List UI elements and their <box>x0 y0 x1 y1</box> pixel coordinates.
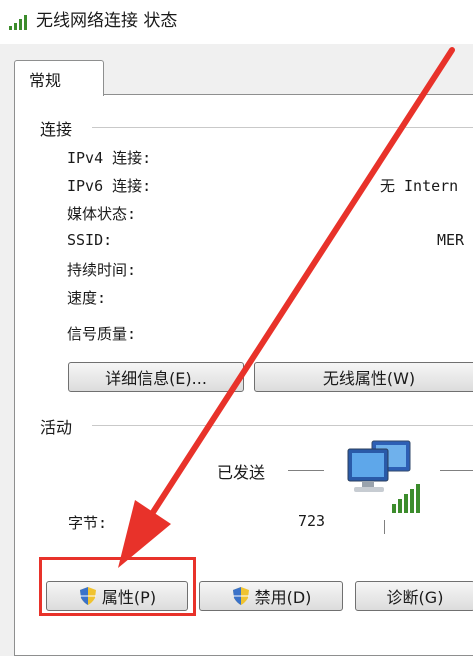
activity-divider <box>92 425 473 426</box>
ssid-value: MER <box>437 231 465 249</box>
sent-line <box>288 470 324 471</box>
activity-separator <box>384 520 385 534</box>
duration-label: 持续时间: <box>67 261 137 279</box>
signal-quality-label: 信号质量: <box>67 325 137 343</box>
disable-button-label: 禁用(D) <box>254 588 312 607</box>
ssid-label: SSID: <box>67 231 113 249</box>
wifi-signal-icon <box>9 15 27 30</box>
ipv6-label: IPv6 连接: <box>67 177 152 195</box>
wireless-properties-button-label: 无线属性(W) <box>322 369 416 388</box>
highlight-box <box>39 557 196 616</box>
wireless-properties-button[interactable]: 无线属性(W) <box>254 362 473 392</box>
ipv4-label: IPv4 连接: <box>67 149 152 167</box>
connection-group-title: 连接 <box>40 120 73 139</box>
ipv6-value: 无 Intern <box>380 177 459 195</box>
connection-divider <box>92 127 473 128</box>
bytes-label: 字节: <box>68 514 108 532</box>
activity-group-title: 活动 <box>40 418 73 437</box>
details-button-label: 详细信息(E)... <box>105 369 207 388</box>
media-state-label: 媒体状态: <box>67 205 137 223</box>
details-button[interactable]: 详细信息(E)... <box>68 362 244 392</box>
shield-icon <box>232 587 249 605</box>
title-bar: 无线网络连接 状态 <box>0 0 473 44</box>
disable-button[interactable]: 禁用(D) <box>199 581 343 611</box>
diagnose-button[interactable]: 诊断(G) <box>355 581 473 611</box>
tab-general[interactable]: 常规 <box>14 60 104 96</box>
window-title: 无线网络连接 状态 <box>36 11 178 31</box>
network-computers-icon <box>347 440 420 513</box>
bytes-sent-value: 723 <box>298 512 326 530</box>
received-line <box>440 470 473 471</box>
sent-label: 已发送 <box>217 463 266 482</box>
speed-label: 速度: <box>67 289 107 307</box>
tab-general-label: 常规 <box>29 71 62 90</box>
diagnose-button-label: 诊断(G) <box>386 588 444 607</box>
